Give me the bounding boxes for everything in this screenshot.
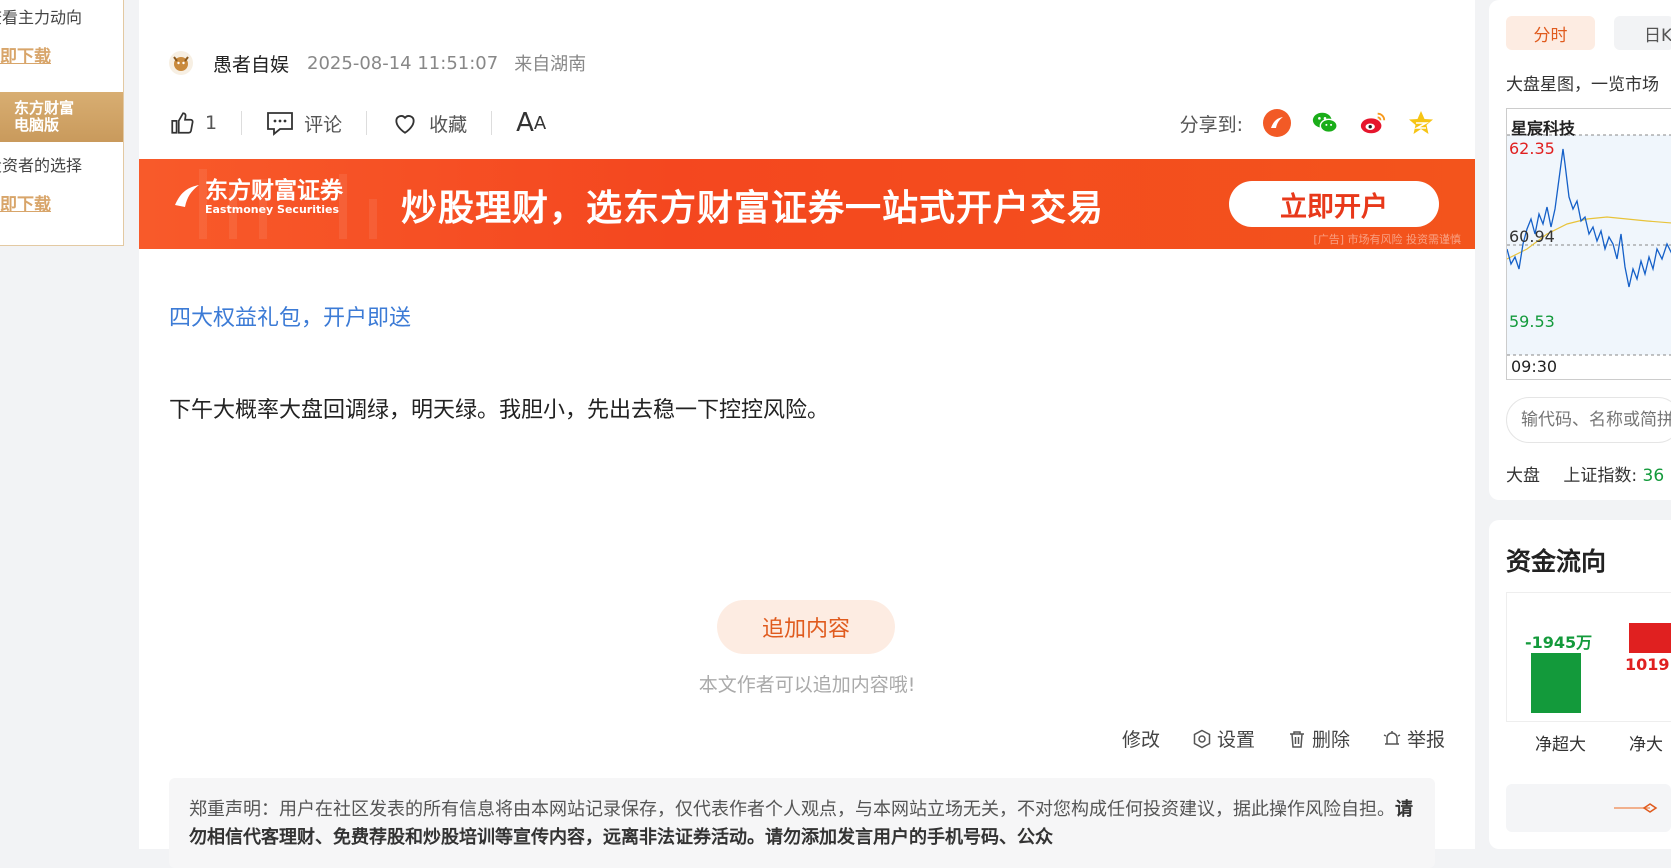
author-name[interactable]: 愚者自娱 [213, 50, 289, 77]
chart-time-start: 09:30 [1511, 357, 1558, 376]
banner-logo-en: Eastmoney Securities [205, 203, 340, 216]
post-operations: 修改 设置 删除 举报 [1090, 725, 1445, 752]
wechat-share-icon[interactable] [1311, 109, 1339, 137]
divider [366, 111, 368, 135]
flow-label-super: 净超大 [1535, 735, 1586, 755]
delete-button[interactable]: 删除 [1287, 725, 1350, 752]
ad-banner[interactable]: 东方财富证券 Eastmoney Securities 炒股理财，选东方财富证券… [139, 159, 1475, 249]
like-button[interactable]: 1 [169, 110, 217, 136]
post-time: 2025-08-14 11:51:07 [307, 52, 499, 74]
comment-label: 评论 [304, 113, 343, 136]
panel-description: 大盘星图，一览市场 [1506, 75, 1659, 95]
desktop-app-badge[interactable]: 东方财富 电脑版 [0, 92, 123, 142]
action-bar: 1 评论 收藏 AA [169, 105, 546, 141]
comment-icon [267, 112, 293, 136]
font-size-large: A [516, 108, 534, 138]
font-size-small: A [533, 112, 547, 134]
divider [491, 111, 493, 135]
banner-logo: 东方财富证券 Eastmoney Securities [175, 178, 343, 217]
fund-flow-title: 资金流向 [1506, 547, 1607, 576]
flow-toggle-area[interactable] [1506, 784, 1671, 832]
disclaimer: 郑重声明：用户在社区发表的所有信息将由本网站记录保存，仅代表作者个人观点，与本网… [169, 778, 1435, 868]
avatar[interactable] [169, 51, 193, 75]
flow-value-large: 1019 [1625, 655, 1670, 674]
download-link[interactable]: 立即下载 [0, 42, 51, 67]
promo-text: 查看主力动向 [0, 8, 83, 27]
settings-button[interactable]: 设置 [1192, 725, 1255, 752]
font-size-button[interactable]: AA [516, 108, 546, 138]
open-account-button[interactable]: 立即开户 [1229, 181, 1439, 227]
delete-label: 删除 [1311, 729, 1350, 751]
share-bar: 分享到: [1180, 105, 1435, 141]
badge-line2: 电脑版 [14, 116, 60, 134]
flow-value-super: -1945万 [1525, 633, 1593, 652]
fund-flow-chart: -1945万 1019 [1506, 592, 1671, 722]
download-link[interactable]: 立即下载 [0, 190, 51, 215]
tab-intraday[interactable]: 分时 [1506, 16, 1595, 50]
banner-logo-cn: 东方财富证券 [205, 178, 343, 204]
weibo-share-icon[interactable] [1359, 109, 1387, 137]
flow-bar-super [1531, 653, 1581, 713]
chart-price-mid: 60.94 [1509, 227, 1555, 246]
append-hint: 本文作者可以追加内容哦! [698, 674, 916, 696]
index-row[interactable]: 大盘 上证指数: 36 [1506, 461, 1664, 486]
chart-price-high: 62.35 [1509, 139, 1555, 158]
left-promo-panel: 查看主力动向 立即下载 东方财富 电脑版 投资者的选择 立即下载 [0, 0, 124, 246]
eastmoney-logo-icon [175, 185, 199, 207]
post-content: 下午大概率大盘回调绿，明天绿。我胆小，先出去稳一下控控风险。 [169, 398, 830, 423]
post-location: 来自湖南 [514, 54, 587, 75]
flow-label-large: 净大 [1629, 735, 1663, 755]
market-chart-panel: 分时 日K 大盘星图，一览市场 星宸科技 62.35 60.94 59.53 0… [1489, 0, 1671, 500]
ad-disclaimer: [广告] 市场有风险 投资需谨慎 [1313, 233, 1461, 246]
thumbs-up-icon [171, 112, 194, 134]
index-value: 36 [1642, 466, 1665, 486]
eastmoney-share-icon[interactable] [1263, 109, 1291, 137]
alarm-bell-icon [1383, 730, 1401, 745]
trash-icon [1289, 730, 1304, 748]
settings-label: 设置 [1216, 729, 1255, 751]
edit-label: 修改 [1121, 729, 1160, 751]
settings-icon [1193, 729, 1211, 748]
arrow-diamond-icon [1614, 803, 1658, 813]
heart-icon [395, 115, 415, 134]
collect-button[interactable]: 收藏 [391, 110, 467, 137]
post-card: 愚者自娱 2025-08-14 11:51:07 来自湖南 1 评论 收藏 AA… [139, 0, 1475, 868]
promo-link[interactable]: 四大权益礼包，开户即送 [169, 300, 411, 332]
intraday-chart[interactable]: 星宸科技 62.35 60.94 59.53 09:30 [1506, 108, 1671, 380]
author-row: 愚者自娱 2025-08-14 11:51:07 来自湖南 [169, 48, 586, 78]
divider [241, 111, 243, 135]
append-content-button[interactable]: 追加内容 [717, 600, 895, 654]
comment-button[interactable]: 评论 [266, 110, 342, 137]
tab-daily-k[interactable]: 日K [1614, 16, 1671, 50]
index-label: 大盘 [1506, 466, 1540, 486]
banner-slogan: 炒股理财，选东方财富证券一站式开户交易 [401, 188, 1105, 229]
flow-bar-large [1629, 623, 1671, 653]
stock-search-input[interactable] [1506, 397, 1671, 443]
badge-line1: 东方财富 [14, 99, 75, 117]
collect-label: 收藏 [429, 113, 468, 136]
disclaimer-text: 郑重声明：用户在社区发表的所有信息将由本网站记录保存，仅代表作者个人观点，与本网… [189, 799, 1395, 820]
fund-flow-panel: 资金流向 -1945万 1019 净超大 净大 [1489, 520, 1671, 849]
like-count: 1 [205, 112, 218, 134]
report-label: 举报 [1406, 729, 1445, 751]
chart-price-low: 59.53 [1509, 312, 1555, 331]
report-button[interactable]: 举报 [1382, 725, 1445, 752]
qzone-share-icon[interactable] [1407, 109, 1435, 137]
chart-stock-name: 星宸科技 [1511, 119, 1576, 138]
index-name: 上证指数: [1563, 466, 1638, 486]
promo-text: 投资者的选择 [0, 156, 83, 175]
share-label: 分享到: [1179, 113, 1243, 136]
edit-button[interactable]: 修改 [1122, 725, 1160, 752]
